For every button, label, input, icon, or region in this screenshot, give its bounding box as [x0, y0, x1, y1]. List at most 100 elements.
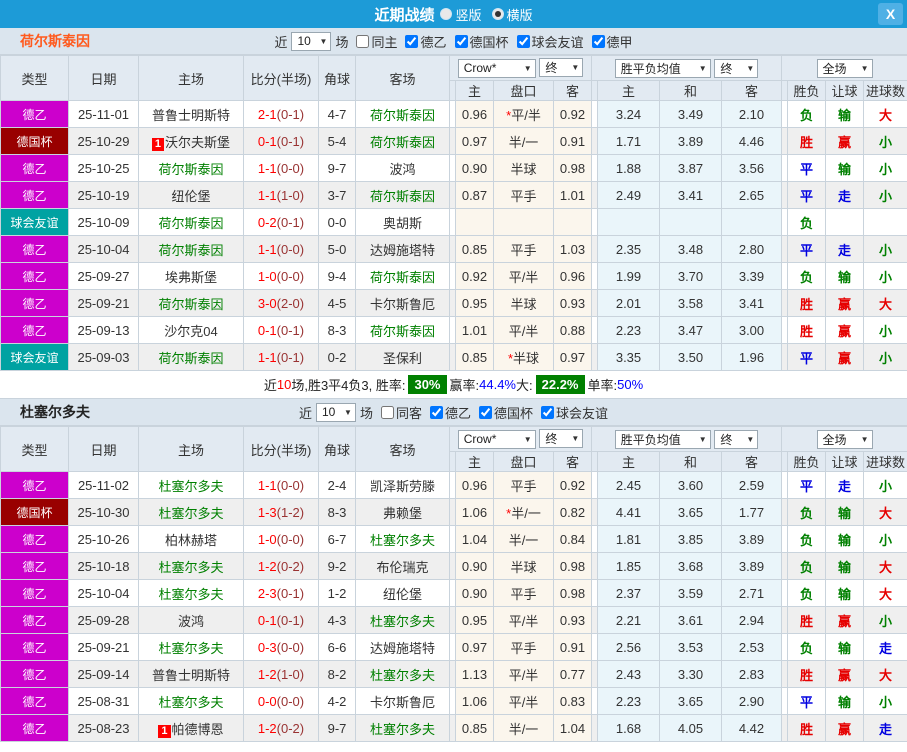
- score-cell: 1-0(0-0): [243, 525, 319, 553]
- league-checkbox-2[interactable]: [541, 405, 555, 419]
- score-cell: 0-2(0-1): [243, 208, 319, 236]
- euro-away-odds: 2.53: [721, 633, 782, 661]
- asian-away-odds: 1.03: [553, 235, 592, 263]
- league-checkbox-1[interactable]: [454, 34, 468, 48]
- halftime-score: (1-0): [276, 187, 305, 203]
- home-team-cell: 杜塞尔多夫: [138, 498, 244, 526]
- league-checkbox-3[interactable]: [591, 34, 605, 48]
- euro-home-odds: 2.21: [597, 606, 660, 634]
- euro-away-odds: 1.96: [721, 343, 782, 371]
- same-venue-checkbox-label[interactable]: 同主: [352, 32, 397, 51]
- asian-away-odds: 0.91: [553, 633, 592, 661]
- league-badge: 球会友谊: [0, 208, 69, 236]
- euro-odds-header: 胜平负均值 ▼ 终 ▼: [591, 426, 782, 452]
- company-select[interactable]: Crow* ▼: [457, 429, 536, 449]
- horizontal-layout-label: 横版: [506, 7, 533, 23]
- table-row: 德乙 25-11-01 普鲁士明斯特 2-1(0-1) 4-7 荷尔斯泰因 0.96 *平/半…: [0, 100, 907, 128]
- euro-final-select-value: 终: [720, 61, 733, 76]
- away-team-cell: 荷尔斯泰因: [355, 127, 450, 155]
- euro-away-odds: 2.59: [721, 471, 782, 499]
- column-header-3: 比分(半场): [243, 426, 319, 472]
- goals-result-cell: 小: [863, 127, 907, 155]
- scope-select[interactable]: 全场 ▼: [816, 429, 873, 449]
- league-checkbox-1-text: 德国杯: [494, 405, 534, 421]
- titlebar: 近期战绩 竖版 横版 X: [0, 0, 907, 28]
- corner-cell: 0-2: [318, 343, 356, 371]
- handicap-cell: *半/一: [493, 498, 554, 526]
- handicap-result-cell: 赢: [825, 660, 864, 688]
- euro-average-select[interactable]: 胜平负均值 ▼: [614, 58, 711, 78]
- asian-final-select[interactable]: 终 ▼: [539, 58, 584, 78]
- euro-draw-odds: 4.05: [659, 714, 722, 742]
- close-button[interactable]: X: [878, 3, 903, 25]
- chevron-down-icon: ▼: [523, 434, 532, 444]
- vertical-layout-label: 竖版: [455, 7, 482, 23]
- asian-final-select[interactable]: 终 ▼: [539, 429, 584, 449]
- asian-home-odds: 0.85: [455, 235, 494, 263]
- table-row: 德乙 25-10-04 荷尔斯泰因 1-1(0-0) 5-0 达姆施塔特 0.85 平手 1.0…: [0, 235, 907, 263]
- summary-segment: 赢率:: [449, 378, 480, 393]
- handicap-cell: 半/一: [493, 714, 554, 742]
- league-checkbox-2-text: 球会友谊: [531, 34, 584, 50]
- score-cell: 1-1(0-1): [243, 343, 319, 371]
- league-checkbox-0-label[interactable]: 德乙: [426, 403, 471, 422]
- score-cell: 0-1(0-1): [243, 316, 319, 344]
- euro-draw-odds: 3.59: [659, 579, 722, 607]
- asian-away-odds: 0.82: [553, 498, 592, 526]
- euro-average-select[interactable]: 胜平负均值 ▼: [614, 429, 711, 449]
- euro-home-odds: 4.41: [597, 498, 660, 526]
- vertical-layout-radio[interactable]: 竖版: [440, 5, 482, 24]
- euro-final-select[interactable]: 终 ▼: [714, 429, 759, 449]
- goals-result-cell: 小: [863, 343, 907, 371]
- fulltime-score: 1-1: [257, 349, 277, 365]
- same-venue-checkbox[interactable]: [356, 34, 370, 48]
- fulltime-score: 0-2: [257, 214, 277, 230]
- league-checkbox-1[interactable]: [479, 405, 493, 419]
- asian-home-odds: 0.90: [455, 154, 494, 182]
- corner-cell: 4-3: [318, 606, 356, 634]
- euro-sub-header-2: 客: [721, 451, 782, 472]
- recent-count-select[interactable]: 10 ▼: [291, 31, 332, 51]
- euro-draw-odds: 3.47: [659, 316, 722, 344]
- league-checkbox-1-label[interactable]: 德国杯: [475, 403, 533, 422]
- league-checkbox-2-label[interactable]: 球会友谊: [513, 32, 584, 51]
- euro-draw-odds: 3.30: [659, 660, 722, 688]
- win-loss-cell: 负: [787, 208, 826, 236]
- table-row: 德乙 25-10-26 柏林赫塔 1-0(0-0) 6-7 杜塞尔多夫 1.04 半/一 0.8…: [0, 525, 907, 553]
- halftime-score: (0-1): [276, 322, 305, 338]
- corner-cell: 5-0: [318, 235, 356, 263]
- column-header-5: 客场: [355, 55, 450, 101]
- handicap-result-cell: 输: [825, 154, 864, 182]
- same-venue-checkbox-label[interactable]: 同客: [377, 403, 422, 422]
- column-header-2: 主场: [138, 55, 244, 101]
- league-checkbox-1-label[interactable]: 德国杯: [451, 32, 509, 51]
- league-badge: 德国杯: [0, 498, 69, 526]
- league-checkbox-0[interactable]: [430, 405, 443, 419]
- league-checkbox-2[interactable]: [516, 34, 530, 48]
- league-checkbox-2-label[interactable]: 球会友谊: [537, 403, 608, 422]
- corner-cell: 9-7: [318, 714, 356, 742]
- section-header: 杜塞尔多夫 近 10 ▼ 场 同客 德乙 德国杯 球会友谊: [0, 399, 907, 426]
- league-badge: 德乙: [0, 552, 69, 580]
- league-checkbox-3-label[interactable]: 德甲: [588, 32, 633, 51]
- euro-final-select[interactable]: 终 ▼: [714, 58, 759, 78]
- table-row: 德乙 25-11-02 杜塞尔多夫 1-1(0-0) 2-4 凯泽斯劳滕 0.96 平手 0.9…: [0, 471, 907, 499]
- league-checkbox-0-label[interactable]: 德乙: [401, 32, 447, 51]
- company-select[interactable]: Crow* ▼: [457, 58, 536, 78]
- euro-away-odds: 3.89: [721, 525, 782, 553]
- scope-header: 全场 ▼: [781, 426, 907, 452]
- win-loss-cell: 胜: [787, 289, 826, 317]
- recent-count-select[interactable]: 10 ▼: [315, 402, 356, 422]
- horizontal-layout-radio[interactable]: 横版: [491, 5, 533, 24]
- euro-home-odds: 3.24: [597, 100, 660, 128]
- asian-away-odds: 0.93: [553, 606, 592, 634]
- euro-home-odds: 2.23: [597, 316, 660, 344]
- same-venue-checkbox[interactable]: [380, 405, 394, 419]
- league-badge: 德乙: [0, 525, 69, 553]
- league-checkbox-0[interactable]: [405, 34, 419, 48]
- euro-home-odds: 2.23: [597, 687, 660, 715]
- halftime-score: (0-2): [276, 720, 305, 736]
- euro-odds-header: 胜平负均值 ▼ 终 ▼: [591, 55, 782, 81]
- scope-select[interactable]: 全场 ▼: [816, 58, 873, 78]
- win-loss-cell: 负: [787, 552, 826, 580]
